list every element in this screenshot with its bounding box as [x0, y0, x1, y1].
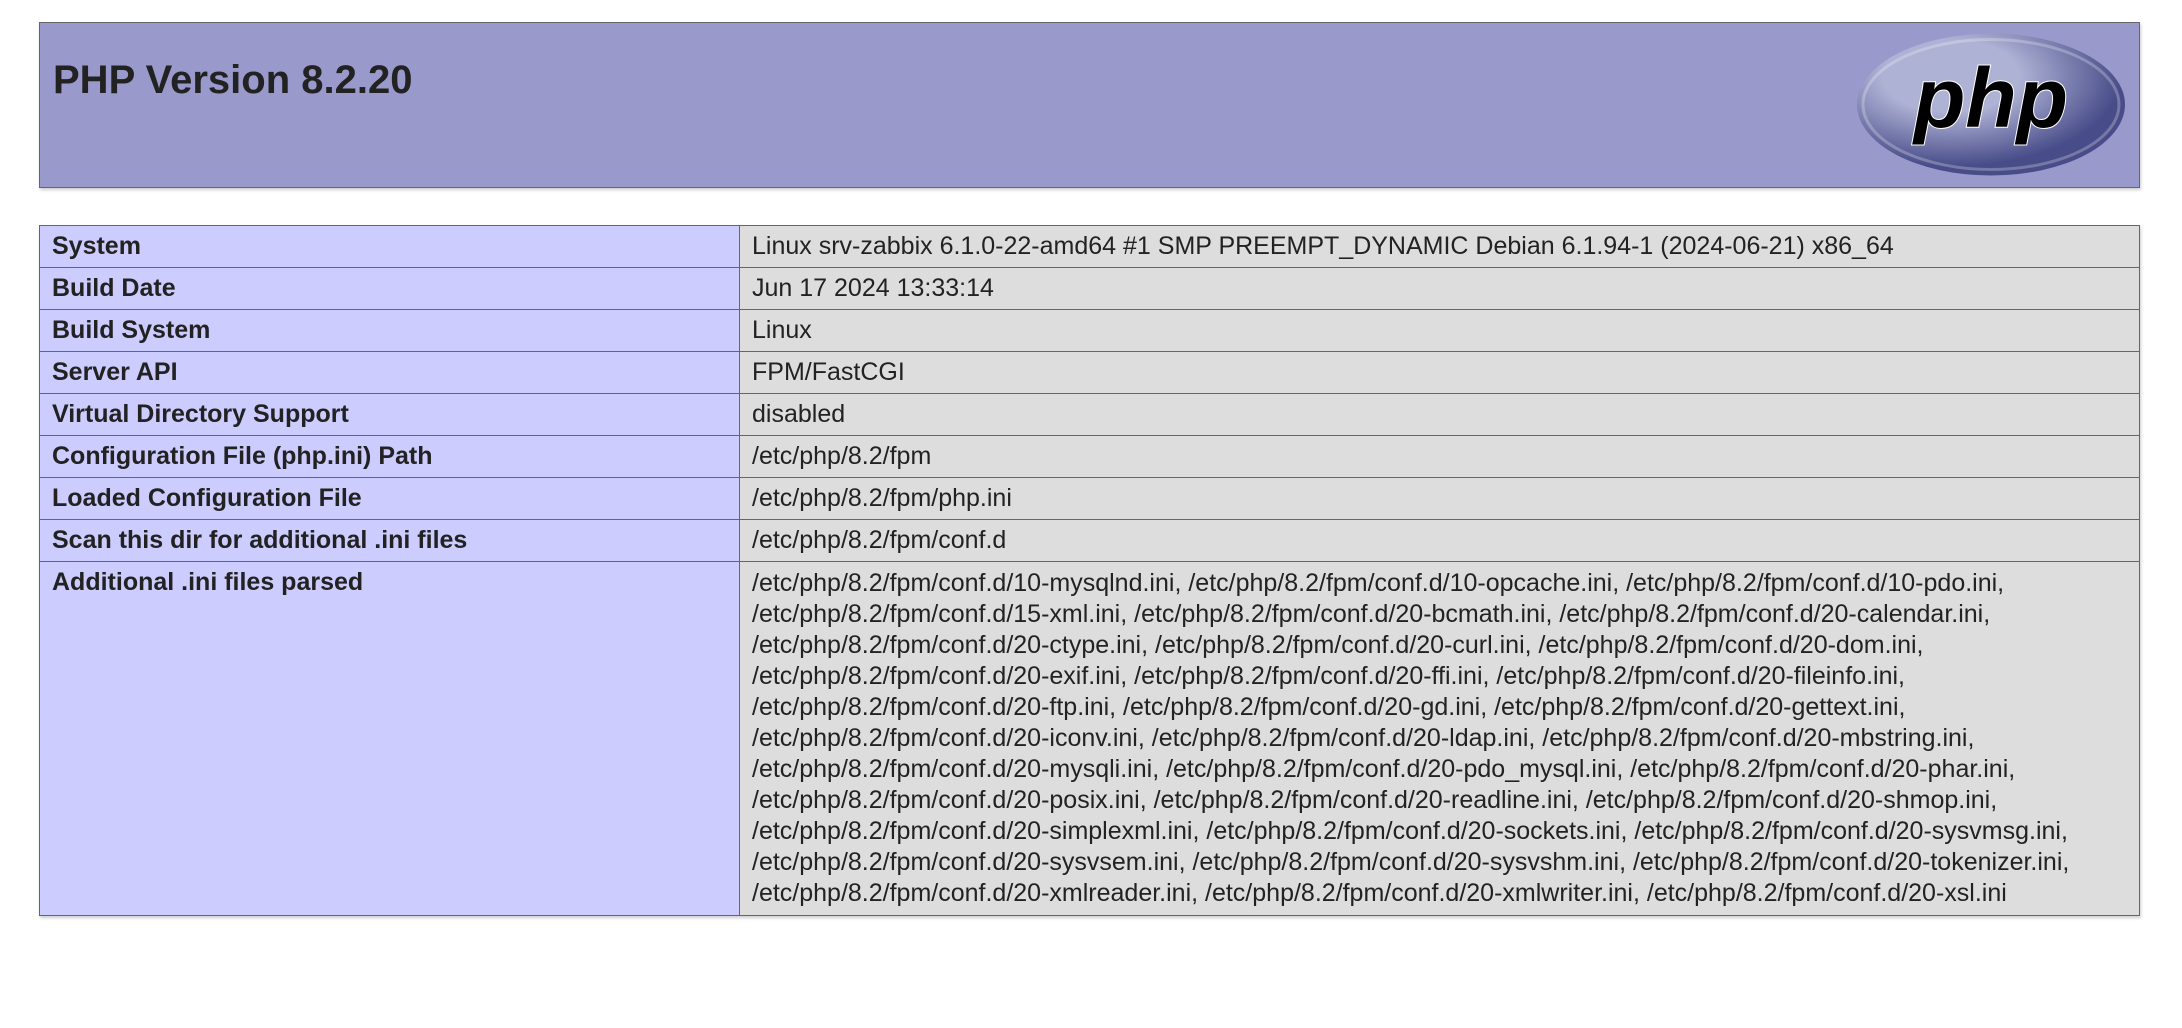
phpinfo-container: PHP Version 8.2.20 php System Linux srv-z…	[39, 22, 2140, 916]
row-value: /etc/php/8.2/fpm/php.ini	[739, 477, 2140, 520]
row-label: Virtual Directory Support	[39, 393, 740, 436]
row-label: System	[39, 225, 740, 268]
info-row: Configuration File (php.ini) Path/etc/ph…	[39, 435, 2140, 478]
row-value: FPM/FastCGI	[739, 351, 2140, 394]
info-row: Build Date Jun 17 2024 13:33:14	[39, 267, 2140, 310]
row-label: Additional .ini files parsed	[39, 561, 740, 916]
row-value: /etc/php/8.2/fpm/conf.d	[739, 519, 2140, 562]
info-row: Build System Linux	[39, 309, 2140, 352]
info-row: Server API FPM/FastCGI	[39, 351, 2140, 394]
row-label: Server API	[39, 351, 740, 394]
info-row: Scan this dir for additional .ini files /…	[39, 519, 2140, 562]
page-title: PHP Version 8.2.20	[53, 58, 413, 102]
info-row: Additional .ini files parsed/etc/php/8.2…	[39, 561, 2140, 916]
row-label: Configuration File (php.ini) Path	[39, 435, 740, 478]
row-value: /etc/php/8.2/fpm	[739, 435, 2140, 478]
row-value: /etc/php/8.2/fpm/conf.d/10-mysqlnd.ini, …	[739, 561, 2140, 916]
row-value: Linux srv-zabbix 6.1.0-22-amd64 #1 SMP P…	[739, 225, 2140, 268]
row-label: Build System	[39, 309, 740, 352]
version-header: PHP Version 8.2.20 php	[39, 22, 2140, 188]
row-label: Scan this dir for additional .ini files	[39, 519, 740, 562]
row-value: Jun 17 2024 13:33:14	[739, 267, 2140, 310]
row-label: Loaded Configuration File	[39, 477, 740, 520]
info-table: System Linux srv-zabbix 6.1.0-22-amd64 #1…	[39, 225, 2140, 916]
row-value: disabled	[739, 393, 2140, 436]
info-row: Virtual Directory Support disabled	[39, 393, 2140, 436]
row-label: Build Date	[39, 267, 740, 310]
php-logo-icon[interactable]: php	[1855, 31, 2127, 178]
info-row: Loaded Configuration File/etc/php/8.2/fp…	[39, 477, 2140, 520]
info-row: System Linux srv-zabbix 6.1.0-22-amd64 #1…	[39, 225, 2140, 268]
php-logo-text: php	[1912, 51, 2068, 145]
row-value: Linux	[739, 309, 2140, 352]
